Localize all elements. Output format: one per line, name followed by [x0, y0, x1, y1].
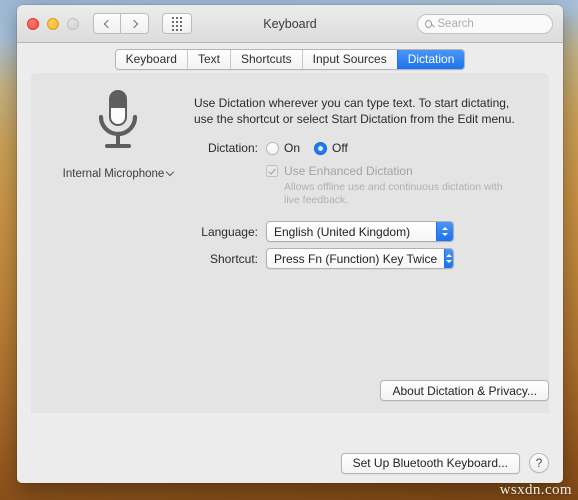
radio-on-label: On	[284, 141, 301, 155]
dictation-description: Use Dictation wherever you can type text…	[194, 95, 534, 127]
check-icon	[268, 166, 276, 174]
enhanced-dictation-hint: Allows offline use and continuous dictat…	[284, 181, 549, 207]
microphone-label-row[interactable]: Internal Microphone	[55, 167, 181, 180]
shortcut-value: Press Fn (Function) Key Twice	[274, 251, 438, 266]
shortcut-row: Shortcut: Press Fn (Function) Key Twice	[194, 248, 454, 269]
window-footer: Set Up Bluetooth Keyboard... ?	[17, 443, 563, 483]
grid-icon	[172, 16, 182, 31]
stepper-arrows-icon	[444, 249, 453, 268]
dictation-off-option[interactable]: Off	[314, 141, 348, 155]
microphone-selector[interactable]: Internal Microphone	[55, 87, 181, 180]
microphone-label: Internal Microphone	[62, 168, 165, 180]
tab-bar: Keyboard Text Shortcuts Input Sources Di…	[114, 48, 466, 70]
enhanced-dictation-label: Use Enhanced Dictation	[284, 164, 413, 178]
enhanced-dictation-row[interactable]: Use Enhanced Dictation	[266, 164, 413, 178]
search-icon	[425, 19, 433, 28]
search-field[interactable]	[417, 13, 553, 34]
back-button[interactable]	[93, 13, 121, 34]
dictation-label: Dictation:	[207, 141, 258, 155]
shortcut-label: Shortcut:	[209, 251, 258, 266]
window-titlebar: Keyboard	[17, 5, 563, 43]
hint-line-2: live feedback.	[284, 194, 349, 206]
forward-button[interactable]	[121, 13, 149, 34]
chevron-left-icon	[103, 19, 113, 28]
about-dictation-privacy-button[interactable]: About Dictation & Privacy...	[380, 380, 549, 401]
content-area: Use Dictation wherever you can type text…	[17, 73, 563, 443]
chevron-down-icon	[166, 167, 175, 177]
tab-text[interactable]: Text	[186, 49, 230, 69]
language-row: Language: English (United Kingdom)	[194, 221, 454, 242]
chevron-right-icon	[129, 19, 138, 28]
dictation-row: Dictation: On Off	[194, 141, 348, 155]
hint-line-1: Allows offline use and continuous dictat…	[284, 181, 503, 193]
microphone-icon	[98, 90, 138, 148]
close-button[interactable]	[27, 17, 39, 30]
radio-off-label: Off	[332, 141, 348, 155]
tab-keyboard[interactable]: Keyboard	[115, 49, 187, 69]
setup-bluetooth-keyboard-button[interactable]: Set Up Bluetooth Keyboard...	[340, 452, 520, 474]
language-label: Language:	[201, 224, 258, 239]
tab-bar-zone: Keyboard Text Shortcuts Input Sources Di…	[17, 43, 563, 73]
search-input[interactable]	[437, 17, 545, 30]
stepper-arrows-icon	[436, 222, 453, 241]
tab-input-sources[interactable]: Input Sources	[301, 49, 397, 69]
description-line-2: use the shortcut or select Start Dictati…	[194, 112, 515, 126]
language-popup-button[interactable]: English (United Kingdom)	[266, 221, 454, 242]
nav-buttons	[93, 13, 149, 34]
zoom-button	[67, 17, 79, 30]
radio-off[interactable]	[314, 141, 328, 155]
tab-shortcuts[interactable]: Shortcuts	[229, 49, 302, 69]
shortcut-popup-button[interactable]: Press Fn (Function) Key Twice	[266, 248, 454, 269]
description-line-1: Use Dictation wherever you can type text…	[194, 96, 510, 110]
watermark: wsxdn.com	[499, 482, 572, 498]
keyboard-preferences-window: Keyboard Keyboard Text Shortcuts Input S…	[17, 5, 563, 483]
tab-dictation[interactable]: Dictation	[396, 49, 465, 69]
enhanced-dictation-checkbox	[266, 165, 278, 177]
help-button[interactable]: ?	[529, 453, 549, 473]
show-all-button[interactable]	[162, 13, 192, 34]
language-value: English (United Kingdom)	[274, 224, 411, 239]
minimize-button[interactable]	[47, 17, 59, 30]
traffic-lights	[27, 17, 79, 30]
radio-on[interactable]	[266, 141, 279, 155]
dictation-on-option[interactable]: On	[266, 141, 300, 155]
